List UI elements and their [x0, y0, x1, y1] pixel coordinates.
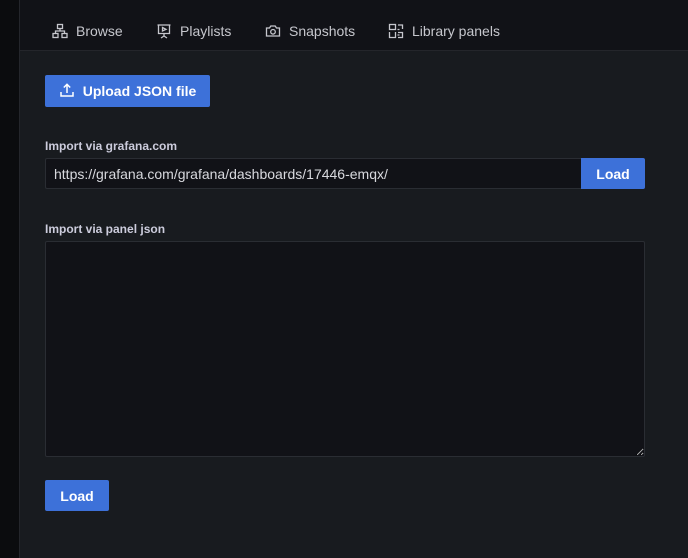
- import-panel: Upload JSON file Import via grafana.com …: [20, 51, 688, 558]
- tab-browse[interactable]: Browse: [52, 20, 123, 42]
- panel-json-load-label: Load: [60, 487, 94, 504]
- tab-library-panels-label: Library panels: [412, 23, 500, 39]
- tab-playlists[interactable]: Playlists: [156, 20, 231, 42]
- upload-icon: [59, 82, 75, 101]
- grafana-url-input[interactable]: [45, 158, 581, 189]
- grafana-load-label: Load: [596, 165, 630, 182]
- camera-icon: [265, 23, 281, 39]
- upload-json-button[interactable]: Upload JSON file: [45, 75, 210, 107]
- sitemap-icon: [52, 23, 68, 39]
- page-tabs: Browse Playlists Snapshots Library panel…: [20, 0, 688, 51]
- library-panel-icon: [388, 23, 404, 39]
- sidebar-edge: [0, 0, 20, 558]
- grafana-import-label: Import via grafana.com: [45, 139, 178, 153]
- upload-json-label: Upload JSON file: [82, 83, 197, 99]
- tab-snapshots-label: Snapshots: [289, 23, 356, 39]
- panel-json-load-button[interactable]: Load: [45, 480, 109, 511]
- tab-browse-label: Browse: [76, 23, 123, 39]
- tab-playlists-label: Playlists: [180, 23, 232, 39]
- panel-json-textarea[interactable]: [45, 241, 645, 457]
- tab-snapshots[interactable]: Snapshots: [265, 20, 355, 42]
- grafana-load-button[interactable]: Load: [581, 158, 645, 189]
- panel-json-label: Import via panel json: [45, 222, 166, 236]
- presentation-icon: [156, 23, 172, 39]
- tab-library-panels[interactable]: Library panels: [388, 20, 500, 42]
